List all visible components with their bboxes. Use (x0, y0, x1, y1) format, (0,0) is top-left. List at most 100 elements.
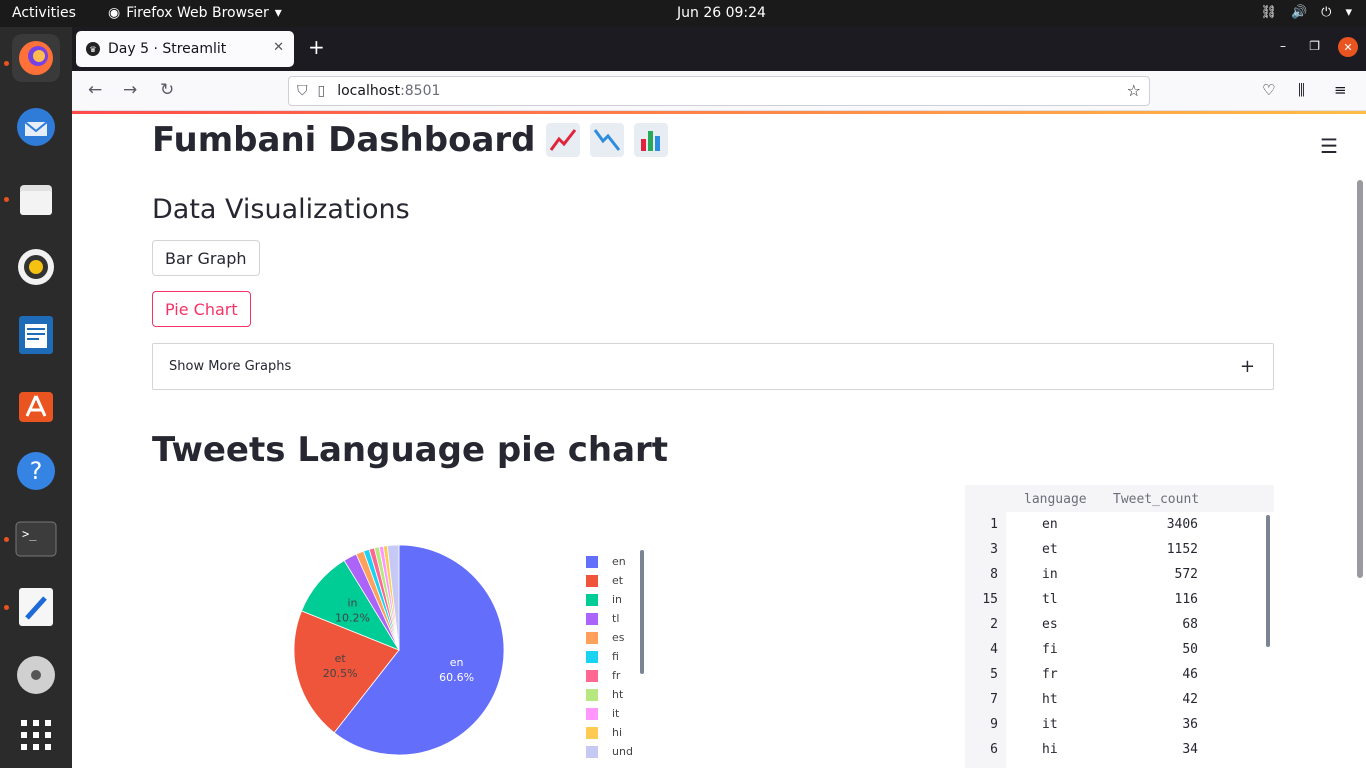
dataframe-scrollbar[interactable] (1266, 515, 1270, 647)
pie-chart-svg[interactable]: en 60.6% et 20.5% in 10.2% (152, 484, 552, 768)
table-row[interactable]: ht 42 (1006, 687, 1274, 712)
legend-swatch (586, 745, 598, 758)
table-row[interactable]: es 68 (1006, 612, 1274, 637)
table-row[interactable]: et 1152 (1006, 537, 1274, 562)
table-row[interactable]: in 572 (1006, 562, 1274, 587)
firefox-launcher[interactable] (12, 34, 60, 82)
help-icon: ? (17, 452, 55, 490)
legend-item-und[interactable]: und (586, 742, 633, 761)
close-icon[interactable]: ✕ (273, 40, 284, 55)
menu-icon[interactable]: ≡ (1334, 81, 1347, 99)
slice-label-en-percent: 60.6% (439, 671, 474, 684)
legend-swatch (586, 631, 598, 644)
bookmark-star-icon[interactable]: ☆ (1127, 81, 1141, 100)
app-menu[interactable]: ◉ Firefox Web Browser ▾ (108, 5, 282, 21)
software-launcher[interactable] (12, 379, 60, 427)
cell-language[interactable]: in (1042, 567, 1058, 582)
maximize-button[interactable]: ❐ (1309, 39, 1320, 53)
thunderbird-launcher[interactable] (12, 103, 60, 151)
chart-section-title: Tweets Language pie chart (152, 430, 669, 470)
window-close-button[interactable]: ✕ (1338, 37, 1358, 57)
cell-language[interactable]: et (1042, 542, 1058, 557)
rhythmbox-launcher[interactable] (12, 243, 60, 291)
new-tab-button[interactable]: + (308, 37, 325, 57)
show-more-graphs-expander[interactable]: Show More Graphs + (152, 343, 1274, 390)
files-launcher[interactable] (12, 175, 60, 223)
back-button[interactable]: ← (88, 80, 102, 100)
table-row[interactable]: en 3406 (1006, 512, 1274, 537)
column-header-language[interactable]: language (1024, 492, 1087, 507)
dataframe[interactable]: language Tweet_count en 3406 et 1152 in 572 tl… (965, 485, 1274, 768)
disc-icon (17, 656, 55, 694)
text-editor-launcher[interactable] (12, 583, 60, 631)
pocket-icon[interactable]: ♡ (1262, 81, 1275, 99)
legend-item-et[interactable]: et (586, 571, 633, 590)
table-row[interactable]: hi 34 (1006, 737, 1274, 762)
network-icon: ⛓ (1260, 5, 1277, 20)
cell-language[interactable]: en (1042, 517, 1058, 532)
forward-button[interactable]: → (123, 80, 137, 100)
table-row[interactable]: fi 50 (1006, 637, 1274, 662)
legend-item-hi[interactable]: hi (586, 723, 633, 742)
cell-tweet-count[interactable]: 34 (1182, 742, 1198, 757)
activities-button[interactable]: Activities (12, 5, 76, 21)
table-row[interactable]: it 36 (1006, 712, 1274, 737)
legend-label: fr (612, 669, 621, 682)
system-tray[interactable]: ⛓ 🔊 ⏻ ▾ (1260, 5, 1352, 20)
hamburger-menu-icon[interactable]: ☰ (1320, 134, 1338, 158)
legend-item-fr[interactable]: fr (586, 666, 633, 685)
cell-language[interactable]: fi (1042, 642, 1058, 657)
cell-tweet-count[interactable]: 36 (1182, 717, 1198, 732)
chart-decreasing-icon (589, 123, 624, 157)
disc-launcher[interactable] (12, 651, 60, 699)
legend-item-en[interactable]: en (586, 552, 633, 571)
library-icon[interactable]: ⫼ (1298, 81, 1305, 99)
cell-language[interactable]: es (1042, 617, 1058, 632)
cell-tweet-count[interactable]: 68 (1182, 617, 1198, 632)
cell-tweet-count[interactable]: 42 (1182, 692, 1198, 707)
legend-scrollbar[interactable] (640, 550, 644, 674)
cell-tweet-count[interactable]: 116 (1175, 592, 1198, 607)
legend-item-it[interactable]: it (586, 704, 633, 723)
table-row[interactable]: tl 116 (1006, 587, 1274, 612)
cell-tweet-count[interactable]: 3406 (1167, 517, 1198, 532)
table-row[interactable]: fr 46 (1006, 662, 1274, 687)
pie-chart-button[interactable]: Pie Chart (152, 291, 251, 327)
reload-button[interactable]: ↻ (160, 80, 174, 100)
running-indicator (4, 537, 9, 542)
cell-tweet-count[interactable]: 46 (1182, 667, 1198, 682)
page-scrollbar[interactable] (1357, 180, 1363, 578)
clock[interactable]: Jun 26 09:24 (677, 5, 766, 21)
minimize-button[interactable]: – (1280, 39, 1286, 53)
legend-item-ht[interactable]: ht (586, 685, 633, 704)
expander-label: Show More Graphs (169, 359, 292, 374)
legend-item-tl[interactable]: tl (586, 609, 633, 628)
navigation-bar: ← → ↻ ⛉ ▯ localhost:8501 ☆ ♡ ⫼ ≡ (72, 71, 1366, 111)
help-launcher[interactable]: ? (12, 447, 60, 495)
legend-item-fi[interactable]: fi (586, 647, 633, 666)
cell-tweet-count[interactable]: 572 (1175, 567, 1198, 582)
cell-language[interactable]: tl (1042, 592, 1058, 607)
cell-tweet-count[interactable]: 1152 (1167, 542, 1198, 557)
cell-language[interactable]: fr (1042, 667, 1058, 682)
pie-chart[interactable]: en 60.6% et 20.5% in 10.2% en et in tl es fi fr ht it… (152, 484, 652, 768)
row-index: 7 (990, 692, 998, 707)
url-bar[interactable]: ⛉ ▯ localhost:8501 ☆ (288, 76, 1150, 106)
tab-streamlit[interactable]: ♛ Day 5 · Streamlit ✕ (76, 31, 294, 67)
chart-legend[interactable]: en et in tl es fi fr ht it hi und (586, 552, 633, 761)
show-apps-button[interactable] (12, 711, 60, 759)
cell-language[interactable]: it (1042, 717, 1058, 732)
dataframe-index: 1 3 8 15 2 4 5 7 9 6 (965, 512, 1006, 762)
legend-label: hi (612, 726, 623, 739)
legend-item-in[interactable]: in (586, 590, 633, 609)
cell-language[interactable]: hi (1042, 742, 1058, 757)
cell-language[interactable]: ht (1042, 692, 1058, 707)
speaker-icon (18, 249, 54, 285)
bar-graph-button[interactable]: Bar Graph (152, 240, 260, 276)
cell-tweet-count[interactable]: 50 (1182, 642, 1198, 657)
folder-icon (20, 185, 52, 215)
column-header-tweet-count[interactable]: Tweet_count (1113, 492, 1199, 507)
terminal-launcher[interactable]: >_ (12, 515, 60, 563)
legend-item-es[interactable]: es (586, 628, 633, 647)
writer-launcher[interactable] (12, 311, 60, 359)
